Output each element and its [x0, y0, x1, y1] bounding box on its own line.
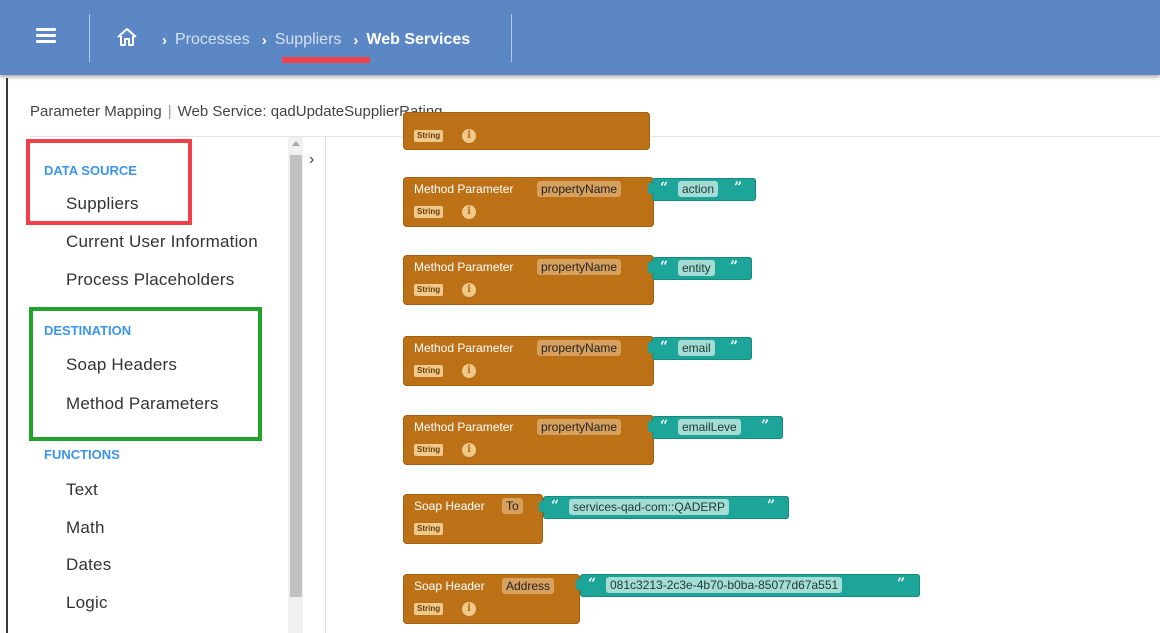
suppliers-underline-annotation [282, 57, 370, 63]
block-title: Soap Header [414, 499, 485, 513]
property-name-field[interactable]: propertyName [537, 181, 622, 197]
breadcrumb-separator-icon: › [353, 31, 359, 49]
connector-notch [576, 579, 581, 590]
info-icon[interactable]: i [462, 443, 476, 457]
string-value-block[interactable]: “ services-qad-com::QADERP ” [539, 496, 789, 519]
toolbox-item-dates[interactable]: Dates [66, 555, 111, 575]
open-quote-icon: “ [660, 339, 669, 355]
method-parameter-block[interactable]: Method Parameter propertyName String i [403, 336, 654, 386]
open-quote-icon: “ [660, 259, 669, 275]
string-value[interactable]: action [678, 181, 719, 197]
type-badge: String [414, 603, 444, 615]
string-value-block[interactable]: “ email ” [648, 337, 752, 360]
type-badge: String [414, 444, 444, 456]
scroll-up-arrow-icon[interactable] [292, 141, 300, 146]
connector-notch [648, 342, 653, 353]
string-value[interactable]: services-qad-com::QADERP [569, 499, 730, 515]
type-badge: String [414, 206, 444, 218]
soap-header-block[interactable]: Soap Header To String [403, 494, 543, 544]
sidebar-scrollbar-thumb[interactable] [290, 155, 302, 597]
breadcrumb-suppliers[interactable]: Suppliers [275, 31, 342, 49]
property-name-field[interactable]: propertyName [537, 259, 622, 275]
top-bar: › Processes › Suppliers › Web Services [0, 0, 1160, 75]
string-value-block[interactable]: “ emailLeve ” [648, 416, 783, 439]
close-quote-icon: ” [734, 180, 743, 196]
open-quote-icon: “ [660, 418, 669, 434]
breadcrumb: › Processes › Suppliers › Web Services [150, 29, 470, 51]
partial-block[interactable]: String i [403, 112, 650, 150]
open-quote-icon: “ [588, 576, 597, 592]
title-pipe: | [167, 103, 172, 120]
header-name-field[interactable]: To [502, 498, 523, 514]
string-value[interactable]: 081c3213-2c3e-4b70-b0ba-85077d67a551 [606, 577, 843, 593]
category-functions: FUNCTIONS [44, 447, 120, 462]
type-badge: String [414, 284, 444, 296]
type-badge: String [414, 130, 444, 142]
breadcrumb-separator-icon: › [261, 31, 267, 49]
window-edge [6, 78, 8, 633]
info-icon[interactable]: i [462, 129, 476, 143]
open-quote-icon: “ [660, 180, 669, 196]
header-name-field[interactable]: Address [502, 578, 555, 594]
method-parameter-block[interactable]: Method Parameter propertyName String i [403, 177, 654, 227]
close-quote-icon: ” [897, 576, 906, 592]
type-badge: String [414, 365, 444, 377]
string-value[interactable]: entity [678, 260, 715, 276]
block-title: Method Parameter [414, 420, 514, 434]
toolbox-item-text[interactable]: Text [66, 480, 98, 500]
soap-header-block[interactable]: Soap Header Address String i [403, 574, 580, 624]
toolbox-item-process-placeholders[interactable]: Process Placeholders [66, 270, 234, 290]
open-quote-icon: “ [551, 498, 560, 514]
string-value[interactable]: email [678, 340, 715, 356]
block-title: Method Parameter [414, 260, 514, 274]
breadcrumb-divider [511, 14, 512, 62]
method-parameter-block[interactable]: Method Parameter propertyName String i [403, 255, 654, 305]
toolbox-item-math[interactable]: Math [66, 518, 105, 538]
toolbox-item-current-user-information[interactable]: Current User Information [66, 232, 258, 252]
connector-notch [648, 183, 653, 194]
string-value-block[interactable]: “ entity ” [648, 257, 752, 280]
destination-highlight-box [29, 307, 262, 441]
method-parameter-block[interactable]: Method Parameter propertyName String i [403, 415, 654, 465]
type-badge: String [414, 523, 444, 535]
connector-notch [648, 262, 653, 273]
collapse-toolbox-chevron-icon[interactable]: › [309, 151, 314, 169]
breadcrumb-web-services: Web Services [366, 31, 471, 48]
string-value-block[interactable]: “ action ” [648, 178, 756, 201]
close-quote-icon: ” [767, 498, 776, 514]
toolbar-divider [89, 14, 90, 62]
close-quote-icon: ” [761, 418, 770, 434]
property-name-field[interactable]: propertyName [537, 419, 622, 435]
hamburger-menu-icon[interactable] [36, 26, 58, 46]
block-title: Method Parameter [414, 341, 514, 355]
panel-title-label: Parameter Mapping [30, 103, 162, 120]
home-icon[interactable] [116, 26, 138, 48]
info-icon[interactable]: i [462, 283, 476, 297]
property-name-field[interactable]: propertyName [537, 340, 622, 356]
connector-notch [648, 421, 653, 432]
string-value-block[interactable]: “ 081c3213-2c3e-4b70-b0ba-85077d67a551 ” [576, 574, 920, 597]
breadcrumb-separator-icon: › [162, 31, 167, 49]
info-icon[interactable]: i [462, 364, 476, 378]
panel-title: Parameter Mapping | Web Service: qadUpdate… [30, 103, 443, 120]
block-title: Method Parameter [414, 182, 514, 196]
info-icon[interactable]: i [462, 602, 476, 616]
data-source-highlight-box [26, 139, 192, 225]
close-quote-icon: ” [730, 339, 739, 355]
connector-notch [539, 501, 544, 512]
info-icon[interactable]: i [462, 205, 476, 219]
workspace-border [325, 137, 326, 633]
close-quote-icon: ” [730, 259, 739, 275]
breadcrumb-processes[interactable]: Processes [175, 31, 250, 49]
toolbox-item-logic[interactable]: Logic [66, 593, 108, 613]
block-title: Soap Header [414, 579, 485, 593]
string-value[interactable]: emailLeve [678, 419, 741, 435]
